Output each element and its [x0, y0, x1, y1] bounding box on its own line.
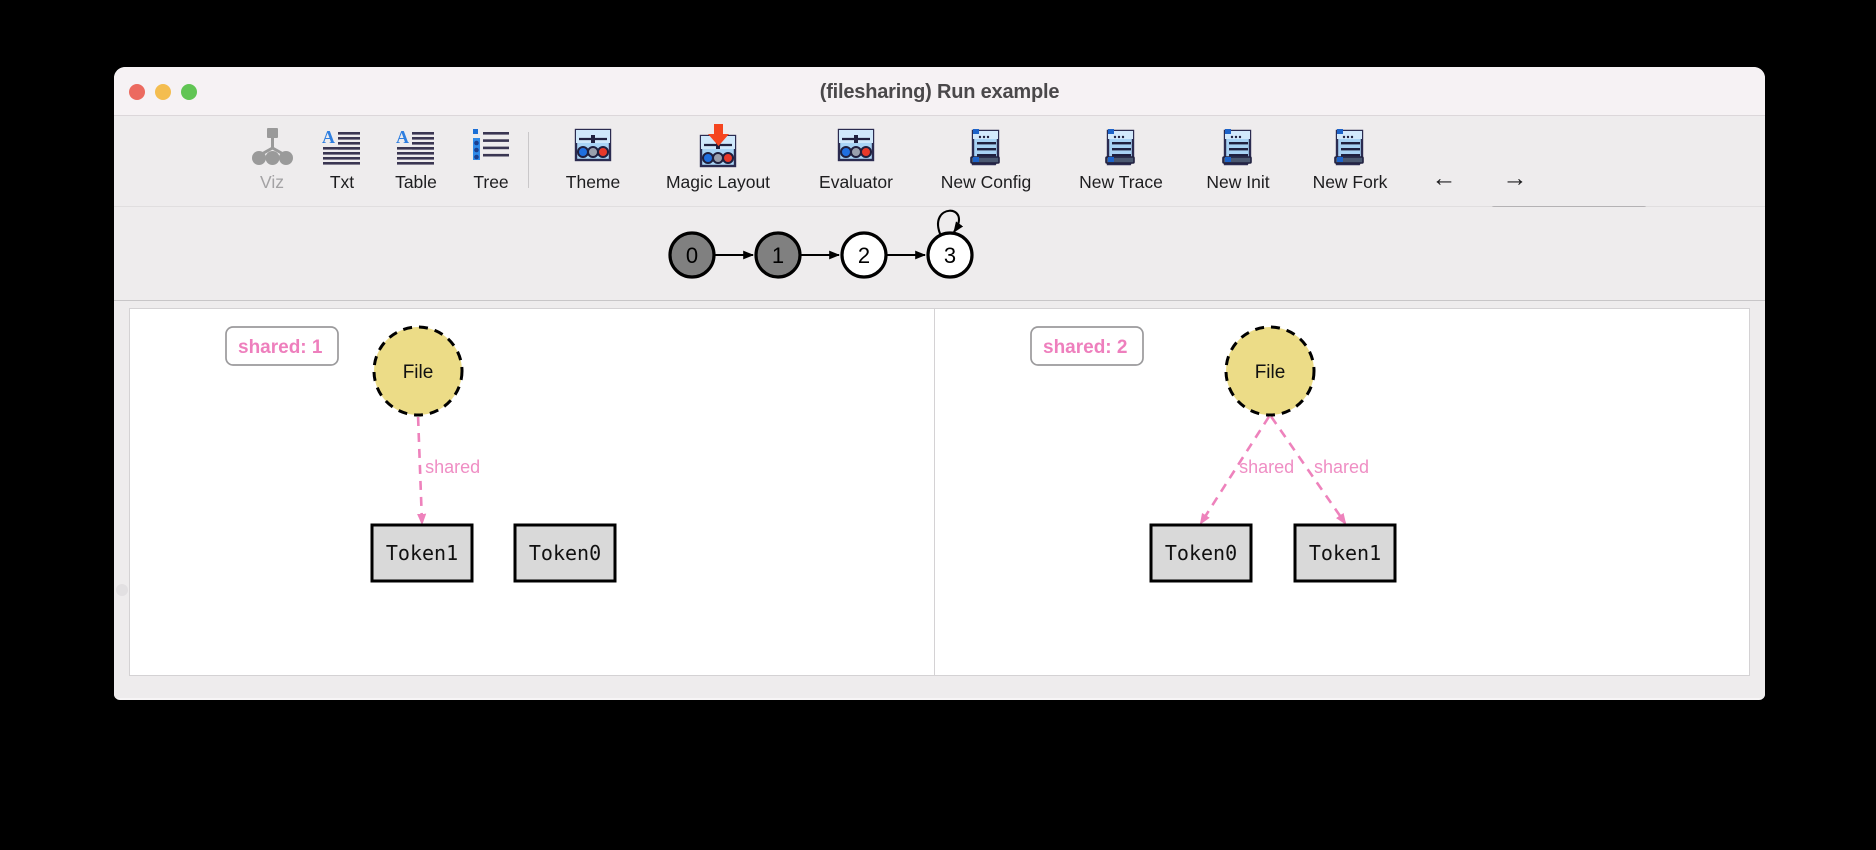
- atom-label: File: [1255, 362, 1286, 383]
- legend-chip-label: shared: 1: [238, 337, 323, 358]
- atom-label: File: [403, 362, 434, 383]
- arrow-right-icon: [1395, 122, 1635, 170]
- relation-edge-label: shared: [425, 457, 480, 477]
- relation-edge-shared: [416, 416, 427, 526]
- right-diagram-canvas[interactable]: shared: 2 shared shared File Token0 Token1: [935, 309, 1750, 676]
- toolbar-separator: [528, 132, 529, 188]
- pane-gutter: [114, 308, 129, 676]
- legend-chip: shared: 1: [225, 326, 339, 366]
- state-node-label-1: 1: [772, 243, 784, 268]
- right-instance-pane[interactable]: shared: 2 shared shared File Token0 Token1: [934, 308, 1750, 676]
- window-title: (filesharing) Run example: [819, 81, 1060, 103]
- state-node-label-3: 3: [944, 243, 956, 268]
- instance-panes: shared: 1 shared File Token1 Token0 shared: …: [114, 301, 1765, 698]
- magic-layout-icon: [699, 124, 737, 168]
- state-node-label-0: 0: [686, 243, 698, 268]
- state-trace-graph: 0 1 2 3: [114, 207, 1765, 301]
- left-diagram-canvas[interactable]: shared: 1 shared File Token1 Token0: [130, 309, 934, 676]
- app-window: (filesharing) Run example Viz A Txt A Table T…: [114, 67, 1765, 700]
- legend-chip-label: shared: 2: [1043, 337, 1127, 358]
- toolbar: Viz A Txt A Table Tree Theme Magic Layout Evalua…: [114, 116, 1765, 242]
- atom-label: Token1: [386, 541, 458, 565]
- atom-label: Token0: [1165, 541, 1237, 565]
- toolbar-label: →: [1502, 164, 1528, 192]
- left-instance-pane[interactable]: shared: 1 shared File Token1 Token0: [129, 308, 934, 676]
- pane-resize-handle[interactable]: [116, 584, 128, 596]
- legend-chip: shared: 2: [1030, 326, 1144, 366]
- atom-label: Token0: [529, 541, 601, 565]
- atom-label: Token1: [1309, 541, 1381, 565]
- relation-edge-label: shared: [1239, 457, 1294, 477]
- state-graph-canvas[interactable]: 0 1 2 3: [114, 207, 1765, 301]
- window-titlebar: (filesharing) Run example: [114, 67, 1765, 116]
- state-node-label-2: 2: [858, 243, 870, 268]
- relation-edge-label: shared: [1314, 457, 1369, 477]
